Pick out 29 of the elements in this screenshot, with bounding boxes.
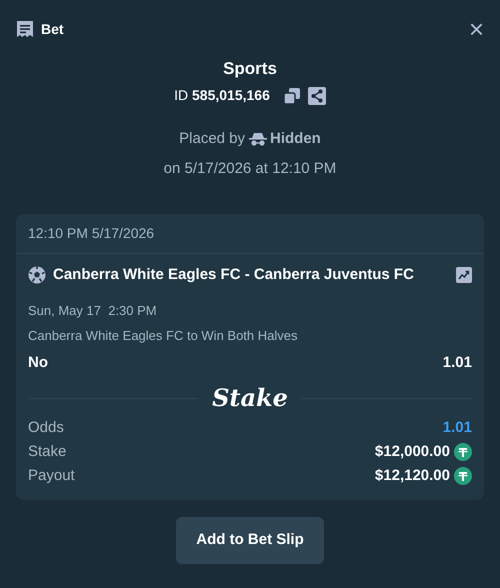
share-icon[interactable] — [308, 86, 326, 104]
outcome-odds: 1.01 — [442, 352, 472, 372]
bet-timestamp: 12:10 PM 5/17/2026 — [16, 214, 484, 254]
tether-coin-icon — [454, 443, 472, 461]
total-label: Payout — [28, 466, 75, 486]
category-title: Sports — [223, 58, 277, 80]
placed-by-label: Placed by — [179, 129, 246, 149]
copy-icon[interactable] — [282, 86, 301, 104]
event-time: Sun, May 17 2:30 PM — [28, 302, 158, 320]
receipt-icon — [16, 20, 34, 38]
tether-coin-icon — [454, 467, 472, 485]
add-to-bet-slip-button[interactable]: Add to Bet Slip — [176, 517, 324, 564]
total-label: Odds — [28, 418, 64, 438]
incognito-icon — [248, 132, 267, 146]
market-name: Canberra White Eagles FC to Win Both Halves — [28, 327, 298, 345]
soccer-ball-icon — [28, 266, 46, 284]
header-title: Bet — [41, 20, 64, 38]
odds-value: 1.01 — [442, 418, 472, 438]
stake-logo: Stake — [212, 386, 288, 410]
close-button[interactable]: × — [468, 16, 484, 42]
bet-id: ID 585,015,166 — [174, 86, 270, 105]
placed-by-user: Hidden — [270, 129, 321, 149]
outcome-label: No — [28, 352, 48, 372]
trend-chart-icon[interactable] — [456, 267, 472, 284]
event-name: Canberra White Eagles FC - Canberra Juventus FC — [53, 265, 414, 285]
amount-value: $12,000.00 — [374, 442, 450, 462]
total-label: Stake — [28, 442, 66, 462]
placed-date: on 5/17/2026 at 12:10 PM — [164, 158, 336, 178]
amount-value: $12,120.00 — [374, 466, 450, 486]
